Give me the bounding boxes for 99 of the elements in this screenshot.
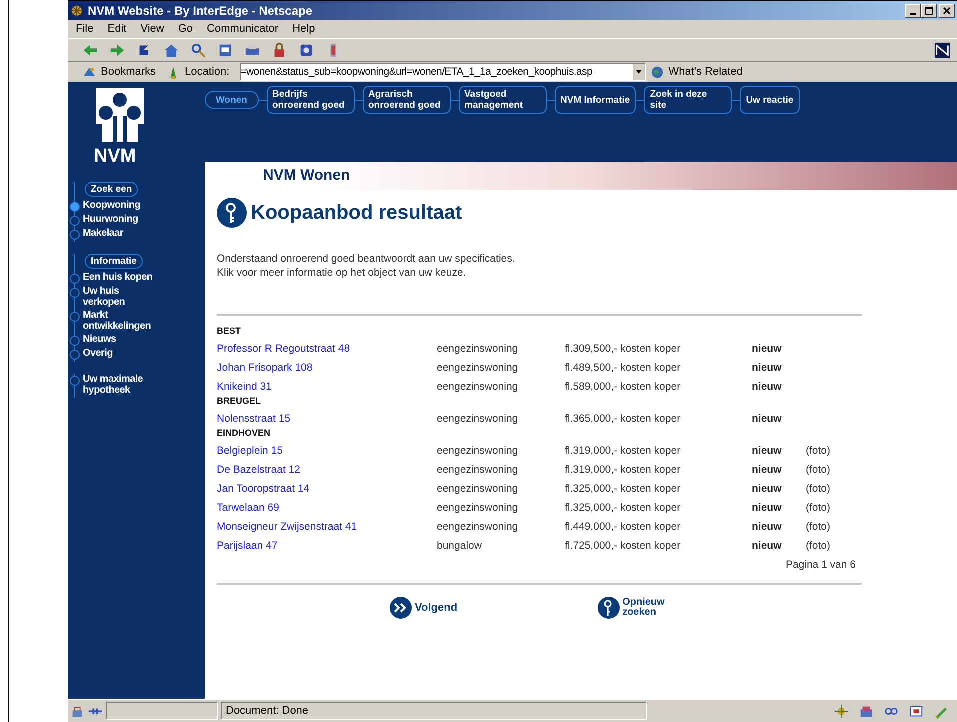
app-icon [70,4,84,18]
sidebar-item[interactable]: Overig [83,348,155,359]
price-text: fl.319,000,- kosten koper [565,444,682,456]
close-icon [942,6,952,16]
property-type: eengezinswoning [437,412,520,424]
nav-tab[interactable]: Agrarisch onroerend goed [362,86,450,114]
page-title: Koopaanbod resultaat [251,202,462,224]
photo-link[interactable]: (foto) [806,482,862,494]
property-type: eengezinswoning [437,502,520,514]
section-heading: Zoek een [85,182,138,197]
menu-item[interactable]: Help [292,23,316,35]
status-text: nieuw [752,362,783,374]
status-text: nieuw [752,540,783,552]
nav-tab[interactable]: Wonen [205,91,258,109]
menu-item[interactable]: View [140,23,164,35]
nav-tab[interactable]: NVM Informatie [554,86,636,114]
address-link[interactable]: Tarwelaan 69 [217,502,437,514]
price-text: fl.309,500,- kosten koper [565,342,682,354]
address-link[interactable]: Parijslaan 47 [217,540,437,552]
location-label: Location: [185,66,230,78]
photo-link[interactable]: (foto) [806,444,862,456]
city-heading: EINDHOVEN [217,428,272,440]
url-field[interactable]: =wonen&status_sub=koopwoning&url=wonen/ETA_1_1a_zoeken_koophuis.asp [240,63,646,81]
pagination-text: Pagina 1 van 6 [786,559,856,571]
nav-tab[interactable]: Bedrijfs onroerend goed [266,86,354,114]
price-text: fl.325,000,- kosten koper [565,482,682,494]
minimize-button[interactable] [905,4,921,18]
address-link[interactable]: Knikeind 31 [217,380,437,392]
bookmarks-button[interactable]: Bookmarks [101,66,156,78]
sidebar-item[interactable]: Uw huis verkopen [83,286,155,308]
action-link[interactable]: Opnieuw zoeken [622,598,673,618]
sidebar-item[interactable]: Uw maximale hypotheek [83,374,155,396]
status-text: nieuw [752,444,783,456]
property-type: eengezinswoning [437,362,520,374]
nav-tab[interactable]: Uw reactie [740,86,800,114]
globe-icon [650,64,665,80]
price-text: fl.449,000,- kosten koper [565,520,682,532]
address-link[interactable]: Jan Tooropstraat 14 [217,482,437,494]
price-text: fl.365,000,- kosten koper [565,412,682,424]
maximize-icon [924,6,934,16]
menu-item[interactable]: Edit [108,23,127,35]
sidebar-item[interactable]: Koopwoning [83,200,155,211]
status-text: Document: Done [221,702,647,720]
city-heading: BREUGEL [217,396,262,408]
photo-link[interactable]: (foto) [806,464,862,476]
price-text: fl.725,000,- kosten koper [565,540,682,552]
price-text: fl.325,000,- kosten koper [565,502,682,514]
property-type: eengezinswoning [437,482,520,494]
address-link[interactable]: De Bazelstraat 12 [217,464,437,476]
city-heading: BEST [217,326,242,338]
menu-item[interactable]: Communicator [207,23,279,35]
property-type: eengezinswoning [437,444,520,456]
sidebar-item[interactable]: Nieuws [83,334,155,345]
status-text: nieuw [752,412,783,424]
minimize-icon [910,13,916,15]
maximize-button[interactable] [921,4,937,18]
dropdown-icon[interactable] [632,64,645,80]
nav-tab[interactable]: Zoek in deze site [644,86,732,114]
property-type: eengezinswoning [437,342,520,354]
address-link[interactable]: Belgieplein 15 [217,444,437,456]
sidebar-item[interactable]: Huurwoning [83,214,155,225]
address-link[interactable]: Professor R Regoutstraat 48 [217,342,437,354]
search-icon[interactable] [190,42,207,58]
property-type: eengezinswoning [437,520,520,532]
photo-link[interactable]: (foto) [806,502,862,514]
nav-tab[interactable]: Vastgoed management [458,86,546,114]
intro-text: Klik voor meer informatie op het object van uw keuze. [217,266,468,280]
sidebar-item[interactable]: Makelaar [83,228,155,239]
property-type: eengezinswoning [437,380,520,392]
photo-link[interactable]: (foto) [806,520,862,532]
price-text: fl.319,000,- kosten koper [565,464,682,476]
whats-related-button[interactable]: What's Related [668,66,743,78]
browser-logo-icon [934,42,951,58]
address-link[interactable]: Nolensstraat 15 [217,412,437,424]
key-icon [217,198,247,228]
status-text: nieuw [752,520,783,532]
action-link[interactable]: Volgend [415,602,458,614]
price-text: fl.589,000,- kosten koper [565,380,682,392]
menu-item[interactable]: Go [178,23,194,35]
sidebar-item[interactable]: Markt ontwikkelingen [83,310,155,332]
address-link[interactable]: Monseigneur Zwijsenstraat 41 [217,520,437,532]
status-text: nieuw [752,342,783,354]
photo-link[interactable]: (foto) [806,540,862,552]
sidebar-item[interactable]: Een huis kopen [83,272,155,283]
window-title: NVM Website - By InterEdge - Netscape [88,4,314,18]
logo-text: NVM [94,146,136,168]
address-link[interactable]: Johan Frisopark 108 [217,362,437,374]
property-type: eengezinswoning [437,464,520,476]
close-button[interactable] [939,4,955,18]
status-text: nieuw [752,482,783,494]
price-text: fl.489,500,- kosten koper [565,362,682,374]
key-icon[interactable] [598,597,620,619]
menu-item[interactable]: File [76,23,94,35]
status-text: nieuw [752,380,783,392]
property-type: bungalow [437,540,483,552]
status-text: nieuw [752,464,783,476]
status-text: nieuw [752,502,783,514]
section-heading: Informatie [85,254,143,269]
intro-text: Onderstaand onroerend goed beantwoordt aan uw specificaties. [217,252,516,266]
